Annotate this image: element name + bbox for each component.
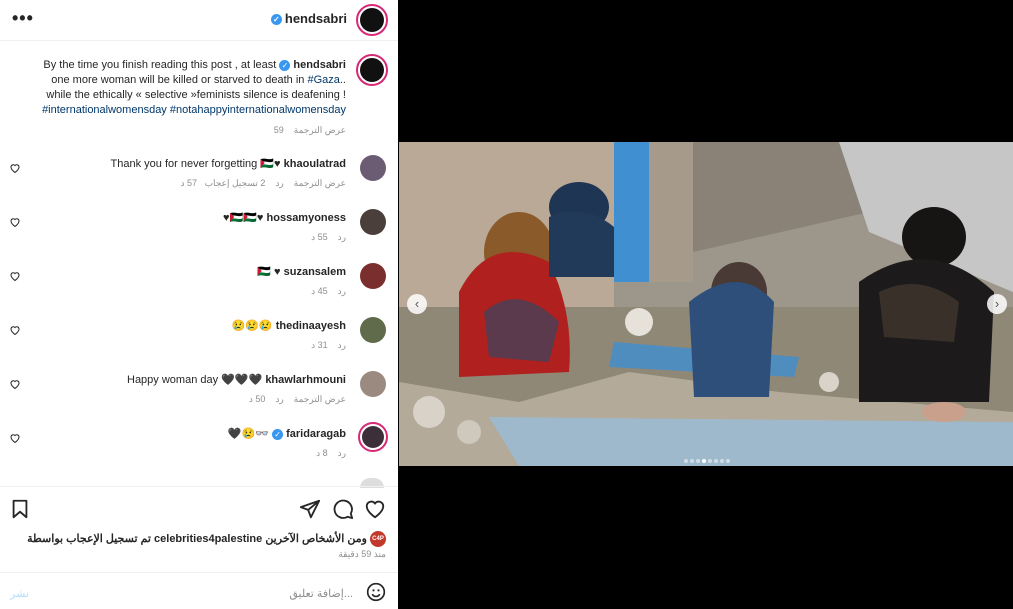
comment-row: Happy woman day 🖤🖤🖤 khawlarhmouni [127,374,346,386]
more-options-button[interactable]: ••• [12,9,34,27]
see-translation-link[interactable]: عرض الترجمة [294,394,346,404]
comment-time: 57 د [180,178,198,188]
post-photo [399,142,1013,466]
caption-author-avatar[interactable] [356,54,388,86]
verified-icon: ✓ [279,59,291,71]
reply-button[interactable]: رد [338,340,346,350]
comment-username[interactable]: hossamyoness [267,212,346,224]
post-comment-button[interactable]: نشر [10,587,29,600]
reply-button[interactable]: رد [275,178,283,188]
carousel-dot [714,459,718,463]
carousel-dot-active [702,459,706,463]
post-header: ••• ✓ hendsabri [0,0,398,41]
comment-time: 55 د [311,232,328,242]
comment-row: 🇵🇸 ♥ suzansalem [257,266,346,278]
comment-username[interactable]: khawlarhmouni [265,374,346,386]
heart-icon[interactable] [364,498,386,520]
comment-username[interactable]: thedinaayesh [276,320,346,332]
verified-icon: ✓ [270,14,282,26]
carousel-next-button[interactable]: › [987,294,1007,314]
caption-hashtags[interactable]: #internationalwomensday #notahappyintern… [26,103,346,118]
comment-row: 🖤😢👓 ✓ faridaragab [227,428,346,440]
post-caption: By the time you finish reading this post… [26,58,346,118]
carousel-dot [708,459,712,463]
post-time[interactable]: منذ 59 دقيقة [338,549,386,560]
heart-icon[interactable] [9,324,21,336]
comment-likes[interactable]: 2 تسجيل إعجاب [205,178,266,188]
commenter-avatar[interactable] [360,263,386,289]
commenter-avatar[interactable] [360,371,386,397]
comment-meta: رد 8 د [316,448,346,459]
caption-meta: عرض الترجمة 59 [274,125,346,136]
comment-meta: رد 45 د [311,286,346,297]
reply-button[interactable]: رد [338,286,346,296]
heart-icon[interactable] [9,162,21,174]
liked-by-avatar[interactable]: C4P [370,531,386,547]
add-comment-bar: نشر إضافة تعليق... [0,572,398,609]
paper-plane-icon[interactable] [299,498,321,520]
carousel-dot [696,459,700,463]
author-avatar[interactable] [356,4,388,36]
commenter-avatar[interactable] [360,317,386,343]
heart-icon[interactable] [9,270,21,282]
post-actions: تم تسجيل الإعجاب بواسطة celebrities4pale… [0,486,398,573]
reply-button[interactable]: رد [338,448,346,458]
comment-row: 😢😢😢 thedinaayesh [231,320,346,332]
reply-button[interactable]: رد [338,232,346,242]
commenter-avatar[interactable] [360,155,386,181]
comment-meta: عرض الترجمة رد 50 د [249,394,346,405]
carousel-prev-button[interactable]: ‹ [407,294,427,314]
comment-row: ♥🇵🇸🇵🇸♥ hossamyoness [222,212,346,224]
verified-icon: ✓ [272,428,284,440]
commenter-avatar[interactable] [358,422,388,452]
header-username[interactable]: ✓ hendsabri [270,11,347,26]
heart-icon[interactable] [9,432,21,444]
comment-meta: رد 31 د [311,340,346,351]
comment-username[interactable]: suzansalem [284,266,346,278]
comment-row: Thank you for never forgetting 🇵🇸♥ khaou… [110,158,346,170]
comment-time: 31 د [311,340,328,350]
heart-icon[interactable] [9,378,21,390]
liked-by-text[interactable]: تم تسجيل الإعجاب بواسطة celebrities4pale… [27,533,367,545]
comment-input[interactable]: إضافة تعليق... [289,587,353,600]
reply-button[interactable]: رد [275,394,283,404]
comment-time: 8 د [316,448,328,458]
heart-icon[interactable] [9,216,21,228]
see-translation-link[interactable]: عرض الترجمة [294,178,346,188]
commenter-avatar[interactable] [360,209,386,235]
caption-time: 59 [273,125,284,135]
comment-time: 50 د [248,394,266,404]
see-translation-link[interactable]: عرض الترجمة [294,125,346,135]
smiley-icon[interactable] [366,582,386,602]
carousel-dot [690,459,694,463]
comment-meta: رد 55 د [311,232,346,243]
caption-author[interactable]: hendsabri [293,59,346,71]
hashtag-gaza[interactable]: #Gaza [307,74,339,86]
comments-panel: ••• ✓ hendsabri By the time you finish re… [0,0,398,609]
carousel-dot [720,459,724,463]
comment-icon[interactable] [332,498,354,520]
liked-by-line[interactable]: تم تسجيل الإعجاب بواسطة celebrities4pale… [27,531,386,547]
comment-meta: عرض الترجمة رد 2 تسجيل إعجاب 57 د [181,178,346,189]
carousel-dot [684,459,688,463]
carousel-indicator [684,450,732,466]
post-image[interactable]: ‹ › [399,142,1013,466]
bookmark-icon[interactable] [9,498,31,520]
comment-time: 45 د [311,286,328,296]
comment-username[interactable]: khaoulatrad [284,158,346,170]
carousel-dot [726,459,730,463]
comment-username[interactable]: faridaragab [286,428,346,440]
